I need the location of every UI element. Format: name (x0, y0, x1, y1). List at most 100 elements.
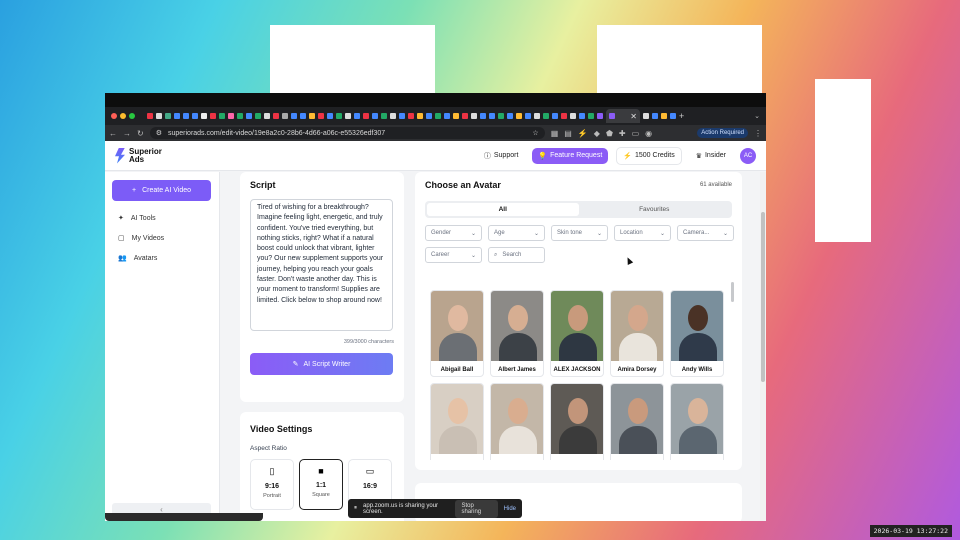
tab-favicon-icon[interactable] (652, 113, 658, 119)
new-tab-icon[interactable]: + (679, 111, 684, 121)
avatar-card-item[interactable] (490, 383, 544, 460)
tab-favicon-icon[interactable] (300, 113, 306, 119)
tab-favicon-icon[interactable] (661, 113, 667, 119)
browser-menu-icon[interactable]: ⋮ (754, 129, 762, 138)
filter-location[interactable]: Location ⌄ (614, 225, 671, 241)
hide-share-bar-button[interactable]: Hide (504, 506, 516, 512)
tab-favicon-icon[interactable] (408, 113, 414, 119)
tab-favicon-icon[interactable] (417, 113, 423, 119)
tab-favicon-icon[interactable] (570, 113, 576, 119)
tab-all[interactable]: All (427, 203, 579, 216)
tab-favicon-icon[interactable] (381, 113, 387, 119)
minimize-window-icon[interactable] (120, 113, 126, 119)
tab-favicon-icon[interactable] (597, 113, 603, 119)
address-bar[interactable]: ⚙ superiorads.com/edit-video/19e8a2c0-28… (149, 127, 545, 139)
avatar-search-input[interactable]: ⌕ Search (488, 247, 545, 263)
filter-gender[interactable]: Gender ⌄ (425, 225, 482, 241)
action-required-button[interactable]: Action Required (697, 128, 748, 138)
aspect-option-portrait[interactable]: ▯ 9:16 Portrait (250, 459, 294, 510)
tab-favicon-icon[interactable] (174, 113, 180, 119)
tab-favicon-icon[interactable] (489, 113, 495, 119)
extension-icon[interactable]: ▤ (564, 129, 572, 138)
user-avatar[interactable]: AC (740, 147, 756, 164)
profile-icon[interactable]: ◉ (645, 129, 652, 138)
extension-icon[interactable]: ⚡ (578, 129, 588, 138)
tab-favourites[interactable]: Favourites (579, 203, 731, 216)
support-button[interactable]: ⓘ Support (478, 147, 525, 165)
tab-favicon-icon[interactable] (534, 113, 540, 119)
tab-favicon-icon[interactable] (156, 113, 162, 119)
tab-favicon-icon[interactable] (444, 113, 450, 119)
avatar-card-item[interactable]: Albert James (490, 290, 544, 377)
sidebar-item-ai-tools[interactable]: ✦ AI Tools (112, 208, 212, 228)
tab-favicon-icon[interactable] (345, 113, 351, 119)
avatar-card-item[interactable]: Abigail Ball (430, 290, 484, 377)
tab-favicon-icon[interactable] (462, 113, 468, 119)
filter-career[interactable]: Career ⌄ (425, 247, 482, 263)
tab-favicon-icon[interactable] (273, 113, 279, 119)
tab-favicon-icon[interactable] (426, 113, 432, 119)
tab-favicon-icon[interactable] (498, 113, 504, 119)
forward-icon[interactable]: → (123, 129, 131, 138)
tab-favicon-icon[interactable] (291, 113, 297, 119)
tab-favicon-icon[interactable] (336, 113, 342, 119)
sidebar-toggle-icon[interactable]: ▭ (632, 129, 640, 138)
page-scrollbar-thumb[interactable] (761, 212, 765, 382)
tab-favicon-icon[interactable] (390, 113, 396, 119)
tab-favicon-icon[interactable] (210, 113, 216, 119)
tab-favicon-icon[interactable] (588, 113, 594, 119)
tab-search-icon[interactable]: ⌄ (754, 112, 760, 120)
tab-favicon-icon[interactable] (201, 113, 207, 119)
tab-favicon-icon[interactable] (183, 113, 189, 119)
stop-sharing-button[interactable]: Stop sharing (455, 499, 498, 518)
close-window-icon[interactable] (111, 113, 117, 119)
tab-favicon-icon[interactable] (643, 113, 649, 119)
tab-favicon-icon[interactable] (543, 113, 549, 119)
tab-favicon-icon[interactable] (363, 113, 369, 119)
filter-age[interactable]: Age ⌄ (488, 225, 545, 241)
tab-favicon-icon[interactable] (147, 113, 153, 119)
tab-favicon-icon[interactable] (579, 113, 585, 119)
tab-favicon-icon[interactable] (354, 113, 360, 119)
tab-favicon-icon[interactable] (219, 113, 225, 119)
active-tab[interactable]: ✕ (606, 109, 640, 123)
tab-favicon-icon[interactable] (480, 113, 486, 119)
tab-favicon-icon[interactable] (372, 113, 378, 119)
tab-favicon-icon[interactable] (670, 113, 676, 119)
create-ai-video-button[interactable]: + Create AI Video (112, 180, 211, 201)
tab-favicon-icon[interactable] (255, 113, 261, 119)
tab-favicon-icon[interactable] (516, 113, 522, 119)
insider-button[interactable]: ♛ Insider (690, 148, 732, 164)
script-textarea[interactable]: Tired of wishing for a breakthrough? Ima… (250, 199, 393, 331)
tab-favicon-icon[interactable] (165, 113, 171, 119)
avatar-grid-scrollbar[interactable] (731, 282, 734, 302)
avatar-card-item[interactable] (610, 383, 664, 460)
extension-icon[interactable]: ⬟ (606, 129, 613, 138)
extensions-puzzle-icon[interactable]: ✚ (619, 129, 626, 138)
tab-favicon-icon[interactable] (552, 113, 558, 119)
avatar-card-item[interactable]: Andy Wills (670, 290, 724, 377)
extension-icon[interactable]: ◆ (594, 129, 600, 138)
ai-script-writer-button[interactable]: ✎ AI Script Writer (250, 353, 393, 375)
filter-camera[interactable]: Camera... ⌄ (677, 225, 734, 241)
maximize-window-icon[interactable] (129, 113, 135, 119)
tab-favicon-icon[interactable] (237, 113, 243, 119)
credits-badge[interactable]: ⚡ 1500 Credits (616, 146, 682, 165)
tab-close-icon[interactable]: ✕ (630, 112, 637, 121)
site-info-icon[interactable]: ⚙ (156, 129, 162, 137)
avatar-card-item[interactable] (430, 383, 484, 460)
tab-favicon-icon[interactable] (399, 113, 405, 119)
avatar-card-item[interactable] (670, 383, 724, 460)
extension-icon[interactable]: ▦ (551, 129, 559, 138)
tab-favicon-icon[interactable] (507, 113, 513, 119)
brand-logo[interactable]: Superior Ads (115, 147, 162, 164)
back-icon[interactable]: ← (109, 129, 117, 138)
tab-favicon-icon[interactable] (453, 113, 459, 119)
tab-favicon-icon[interactable] (309, 113, 315, 119)
filter-skin-tone[interactable]: Skin tone ⌄ (551, 225, 608, 241)
sidebar-item-my-videos[interactable]: ▢ My Videos (112, 228, 212, 248)
bookmark-star-icon[interactable]: ☆ (532, 129, 538, 137)
tab-favicon-icon[interactable] (228, 113, 234, 119)
tab-favicon-icon[interactable] (327, 113, 333, 119)
tab-favicon-icon[interactable] (525, 113, 531, 119)
